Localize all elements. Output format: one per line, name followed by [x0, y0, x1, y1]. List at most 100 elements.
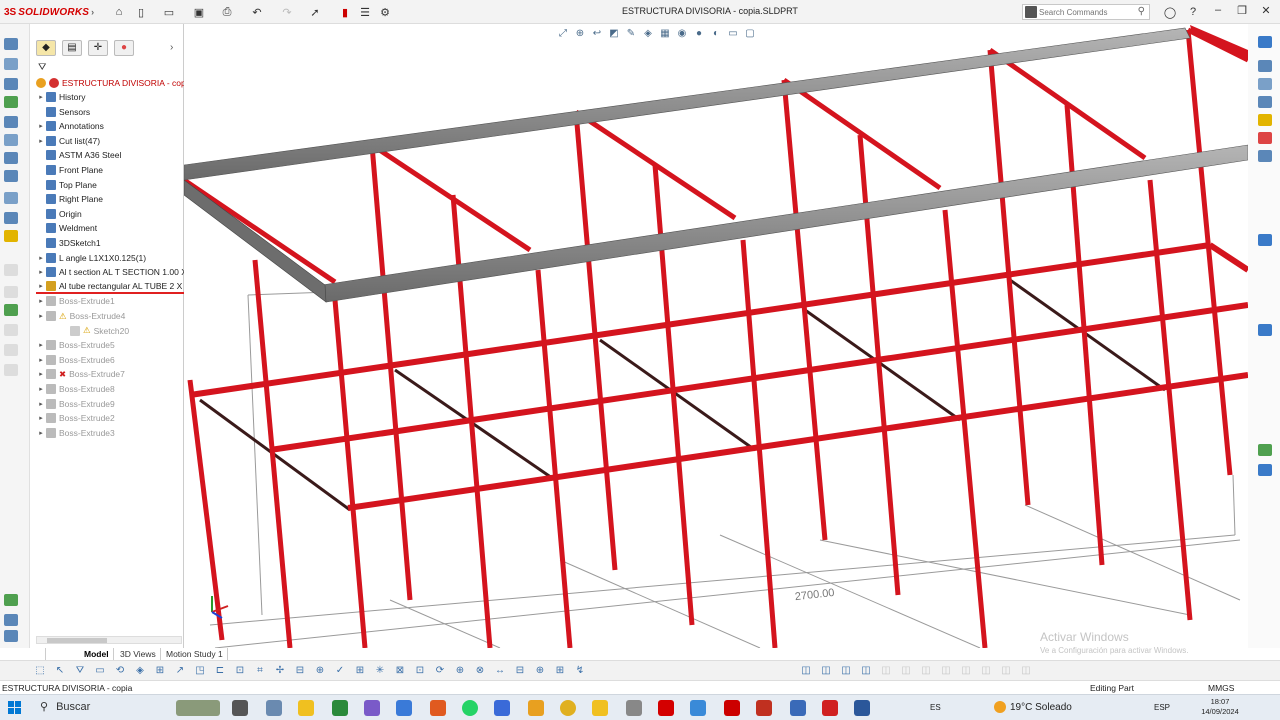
command-tool-icon[interactable]: ◫	[900, 665, 912, 677]
view-palette-icon[interactable]	[1258, 114, 1272, 126]
tree-item[interactable]: ▸ Boss-Extrude3	[36, 426, 115, 440]
configuration-tab-icon[interactable]: ✛	[88, 40, 108, 56]
command-tool-icon[interactable]: ◳	[194, 665, 206, 677]
zoom-to-fit-icon[interactable]: ⤢	[556, 27, 570, 41]
sketch-tool-icon[interactable]	[1258, 324, 1272, 336]
section-view-icon[interactable]: ◩	[607, 27, 621, 41]
command-tool-icon[interactable]: ⊠	[394, 665, 406, 677]
solidworks-logo[interactable]: 3S SOLIDWORKS ›	[4, 4, 94, 20]
tree-item[interactable]: ▸ Boss-Extrude2	[36, 411, 115, 425]
tab-motion-study[interactable]: Motion Study 1	[162, 648, 228, 660]
file-explorer-icon[interactable]	[1258, 96, 1272, 108]
expand-arrow-icon[interactable]: ▸	[36, 341, 46, 349]
app-icon[interactable]	[528, 700, 544, 716]
sheet-metal-icon[interactable]	[4, 152, 18, 164]
feature-tree-tab-icon[interactable]: ◆	[36, 40, 56, 56]
expand-arrow-icon[interactable]: ▸	[36, 429, 46, 437]
weldments-icon[interactable]	[4, 170, 18, 182]
design-library-icon[interactable]	[1258, 78, 1272, 90]
tree-item[interactable]: Right Plane	[36, 192, 103, 206]
part-icon[interactable]	[4, 38, 18, 50]
graphics-area[interactable]: 2700.00	[184, 24, 1248, 648]
sketch-tool-icon[interactable]	[1258, 444, 1272, 456]
tree-item[interactable]: ▸ Boss-Extrude9	[36, 397, 115, 411]
expand-arrow-icon[interactable]: ▸	[36, 254, 46, 262]
file-explorer-icon[interactable]	[298, 700, 314, 716]
notepad-icon[interactable]	[332, 700, 348, 716]
tab-3d-views[interactable]: 3D Views	[116, 648, 161, 660]
command-tool-icon[interactable]: ◫	[1000, 665, 1012, 677]
tree-item[interactable]: ▸ Boss-Extrude1	[36, 294, 115, 308]
tray-clock[interactable]: 18:07 14/09/2024	[1200, 697, 1240, 717]
close-button[interactable]: ✕	[1258, 4, 1274, 18]
command-tool-icon[interactable]: ◫	[800, 665, 812, 677]
surfaces-icon[interactable]	[4, 134, 18, 146]
command-tool-icon[interactable]: ⊕	[314, 665, 326, 677]
command-tool-icon[interactable]: ⊞	[354, 665, 366, 677]
command-tool-icon[interactable]: ↔	[494, 665, 506, 677]
command-tool-icon[interactable]: ◫	[860, 665, 872, 677]
tree-item[interactable]: Top Plane	[36, 178, 97, 192]
app-icon[interactable]	[364, 700, 380, 716]
tree-item[interactable]: ▸ Boss-Extrude8	[36, 382, 115, 396]
expand-arrow-icon[interactable]: ▸	[36, 400, 46, 408]
command-tool-icon[interactable]: ◫	[980, 665, 992, 677]
search-commands-box[interactable]: ⚲	[1022, 4, 1150, 20]
command-tool-icon[interactable]: ⟳	[434, 665, 446, 677]
edit-appearance-icon[interactable]: ●	[692, 27, 706, 41]
command-tool-icon[interactable]: ⊡	[234, 665, 246, 677]
acrobat-icon[interactable]	[724, 700, 740, 716]
mbd-icon[interactable]	[4, 304, 18, 316]
expand-arrow-icon[interactable]: ▸	[36, 414, 46, 422]
home-icon[interactable]: ⌂	[112, 5, 126, 19]
tree-item[interactable]: ⚠ Sketch20	[60, 324, 129, 338]
command-tool-icon[interactable]: ↖	[54, 665, 66, 677]
options-gear-icon[interactable]: ⚙	[378, 5, 392, 19]
user-account-icon[interactable]: ◯	[1163, 5, 1177, 19]
tree-item[interactable]: ▸ ✖ Boss-Extrude7	[36, 367, 125, 381]
file-properties-icon[interactable]: ☰	[358, 5, 372, 19]
command-tool-icon[interactable]: ◫	[920, 665, 932, 677]
tree-item[interactable]: ▸ Annotations	[36, 119, 104, 133]
command-tool-icon[interactable]: ⊏	[214, 665, 226, 677]
command-tool-icon[interactable]: ↗	[174, 665, 186, 677]
command-tool-icon[interactable]: ◫	[940, 665, 952, 677]
command-tool-icon[interactable]: ⛛	[74, 665, 86, 677]
tree-item[interactable]: ▸ Al tube rectangular AL TUBE 2 X 1	[36, 280, 190, 294]
tree-item[interactable]: ASTM A36 Steel	[36, 148, 121, 162]
command-tool-icon[interactable]: ⬚	[34, 665, 46, 677]
app-icon[interactable]	[626, 700, 642, 716]
command-tool-icon[interactable]: ⊞	[154, 665, 166, 677]
app-icon[interactable]	[790, 700, 806, 716]
task-view-icon[interactable]	[232, 700, 248, 716]
tree-item[interactable]: ▸ Boss-Extrude6	[36, 353, 115, 367]
scrollbar-thumb[interactable]	[47, 638, 107, 643]
tray-weather[interactable]: 19°C Soleado	[994, 701, 1072, 713]
hide-show-items-icon[interactable]: ◉	[675, 27, 689, 41]
tree-item[interactable]: ▸ L angle L1X1X0.125(1)	[36, 251, 146, 265]
view-orientation-icon[interactable]: ◈	[641, 27, 655, 41]
search-input[interactable]	[1039, 6, 1133, 18]
expand-arrow-icon[interactable]: ▸	[36, 385, 46, 393]
tree-item[interactable]: Weldment	[36, 221, 97, 235]
structure-model[interactable]: 2700.00	[184, 24, 1248, 648]
status-units[interactable]: MMGS	[1208, 683, 1234, 693]
display-style-icon[interactable]: ▦	[658, 27, 672, 41]
redo-icon[interactable]: ↷	[280, 5, 294, 19]
command-tool-icon[interactable]: ⊟	[514, 665, 526, 677]
restore-button[interactable]: ❐	[1234, 4, 1250, 18]
tree-item[interactable]: ▸ Al t section AL T SECTION 1.00 X 1	[36, 265, 194, 279]
search-scope-icon[interactable]	[1025, 6, 1037, 18]
tree-item[interactable]: ▸ History	[36, 90, 85, 104]
traffic-light-icon[interactable]: ▮	[338, 5, 352, 19]
tab-scroll-arrows[interactable]	[30, 648, 46, 660]
previous-view-icon[interactable]: ↩	[590, 27, 604, 41]
taskbar-search[interactable]: ⚲ Buscar	[40, 700, 90, 714]
command-tool-icon[interactable]: ⊡	[414, 665, 426, 677]
command-tool-icon[interactable]: ▭	[94, 665, 106, 677]
select-arrow-icon[interactable]: ➚	[308, 5, 322, 19]
property-manager-tab-icon[interactable]: ▤	[62, 40, 82, 56]
command-tool-icon[interactable]: ↯	[574, 665, 586, 677]
plugins-icon[interactable]	[4, 614, 18, 626]
command-tool-icon[interactable]: ◫	[1020, 665, 1032, 677]
